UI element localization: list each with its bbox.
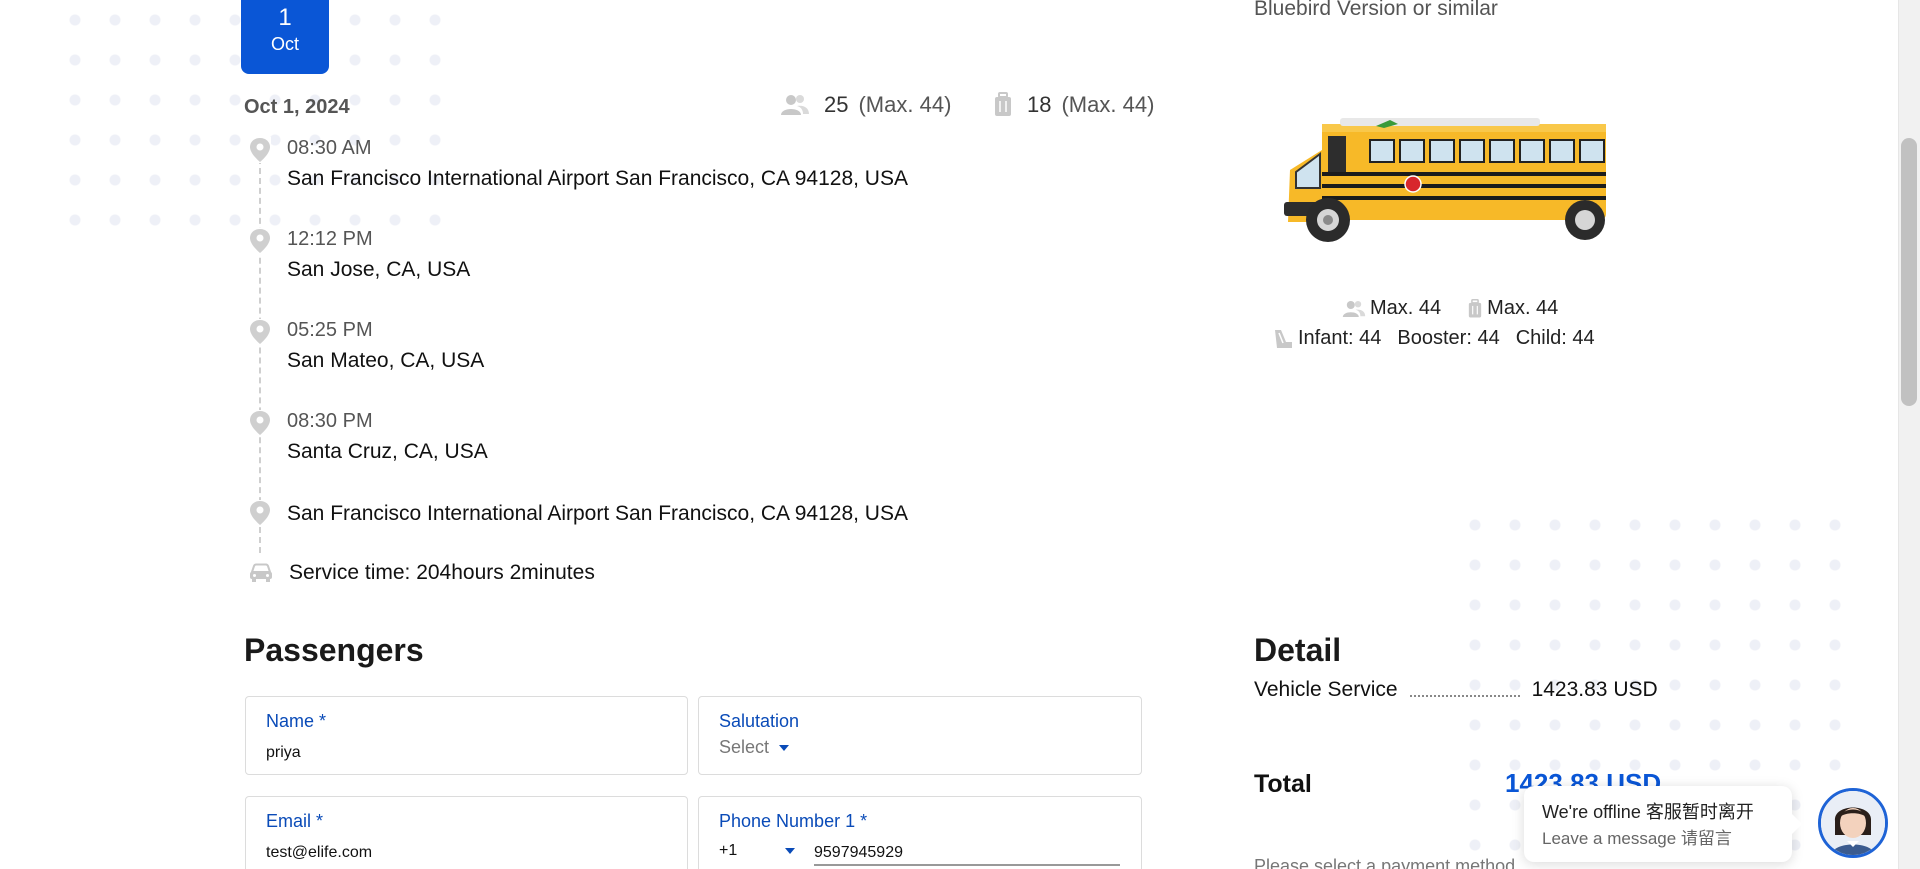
country-code-select[interactable]: +1 [719,842,796,860]
luggage-count-value: 18 [1027,92,1052,117]
vehicle-booster: Booster: 44 [1397,327,1500,349]
stop-time: 05:25 PM [287,319,373,341]
vehicle-infant: Infant: 44 [1298,327,1382,349]
date-badge-day: 1 [278,4,292,31]
salutation-field[interactable]: Salutation Select [698,696,1142,775]
timeline-line [259,158,261,553]
map-pin-icon [249,500,271,526]
page-scrollbar[interactable] [1898,0,1920,869]
vehicle-child: Child: 44 [1515,327,1595,349]
passenger-count-value: 25 [824,92,849,117]
payment-note: Please select a payment method [1254,856,1516,869]
vehicle-service-value: 1423.83 USD [1531,678,1658,701]
map-pin-icon [249,228,271,254]
date-badge: 1 Oct [241,0,329,74]
vehicle-capacity: Max. 44 Max. 44 [1342,297,1558,320]
stop-address: Santa Cruz, CA, USA [287,440,488,463]
stop-address: San Francisco International Airport San … [287,167,908,190]
chat-status: We're offline 客服暂时离开 [1542,802,1754,822]
chat-leave-message[interactable]: Leave a message 请留言 [1542,824,1732,849]
name-label: Name * [266,711,327,731]
country-code-value: +1 [719,842,738,859]
passengers-title: Passengers [244,632,424,668]
vehicle-max-luggage: Max. 44 [1487,297,1559,319]
users-icon [781,95,809,115]
vehicle-seat-capacity: Infant: 44 Booster: 44 Child: 44 [1272,327,1595,350]
email-label: Email * [266,811,324,831]
users-icon [1342,300,1366,317]
phone-field[interactable]: Phone Number 1 * +1 9597945929 [698,796,1142,869]
stop-address: San Jose, CA, USA [287,258,471,281]
child-seat-icon [1275,329,1292,348]
stop-address: San Mateo, CA, USA [287,349,485,372]
service-time-text: Service time: 204hours 2minutes [289,561,595,584]
detail-title: Detail [1254,632,1342,668]
luggage-max: (Max. 44) [1061,92,1155,117]
email-input[interactable]: test@elife.com [266,844,372,862]
map-pin-icon [249,410,271,436]
salutation-select[interactable]: Select [719,737,790,758]
stop-time: 12:12 PM [287,228,373,250]
chat-offline-bubble[interactable]: We're offline 客服暂时离开 Leave a message 请留言 [1524,786,1802,862]
phone-input[interactable]: 9597945929 [814,844,1120,866]
email-field[interactable]: Email * test@elife.com [245,796,688,869]
map-pin-icon [249,319,271,345]
name-field[interactable]: Name * priya [245,696,688,775]
date-badge-month: Oct [270,34,299,54]
passenger-count: 25 (Max. 44) [780,92,951,118]
agent-avatar-icon [1821,791,1885,855]
salutation-value: Select [719,737,770,757]
passenger-max: (Max. 44) [858,92,952,117]
vehicle-max-passengers: Max. 44 [1370,297,1442,319]
vehicle-service-row: Vehicle Service 1423.83 USD [1254,678,1658,702]
luggage-icon [995,92,1011,116]
salutation-label: Salutation [719,711,800,731]
name-input[interactable]: priya [266,744,301,762]
vehicle-model: Bluebird Version or similar [1254,0,1498,20]
vehicle-service-label: Vehicle Service [1254,678,1398,701]
map-pin-icon [249,137,271,163]
stop-address: San Francisco International Airport San … [287,502,908,525]
school-bus-image [1284,118,1606,242]
luggage-count: 18 (Max. 44) [993,92,1154,118]
service-time: Service time: 204hours 2minutes [249,561,595,585]
chat-agent-avatar[interactable] [1818,788,1888,858]
dotted-leader [1409,683,1520,697]
stop-time: 08:30 AM [287,137,372,159]
scrollbar-thumb[interactable] [1901,138,1917,406]
stop-time: 08:30 PM [287,410,373,432]
car-icon [250,563,272,582]
total-label: Total [1254,770,1312,798]
phone-label: Phone Number 1 * [719,811,868,831]
trip-date: Oct 1, 2024 [244,96,350,118]
luggage-icon [1469,298,1482,317]
chevron-down-icon [785,848,796,854]
chevron-down-icon [779,744,790,751]
